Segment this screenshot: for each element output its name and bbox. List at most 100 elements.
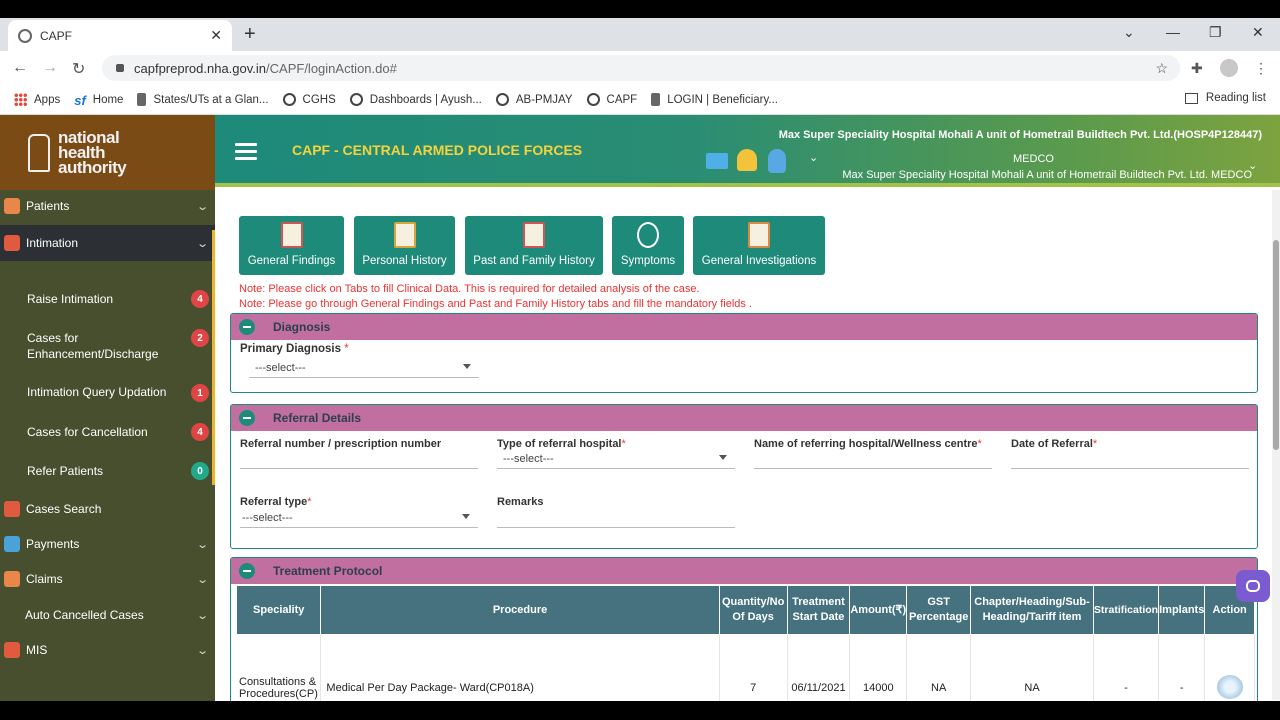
hospital-medco-name[interactable]: Max Super Speciality Hospital Mohali A u… (842, 169, 1252, 181)
referring-hospital-input[interactable] (754, 449, 992, 469)
table-header-row: Speciality Procedure Quantity/No Of Days… (237, 586, 1255, 634)
remarks-label: Remarks (497, 496, 544, 508)
submenu-refer-patients[interactable]: Refer Patients (27, 463, 103, 479)
globe-icon (349, 93, 363, 106)
close-window-icon[interactable]: ✕ (1252, 24, 1264, 41)
col-implants: Implants (1158, 586, 1206, 634)
count-badge: 4 (191, 290, 209, 308)
bookmark-star-icon[interactable]: ☆ (1155, 60, 1168, 77)
reading-list-button[interactable]: Reading list (1184, 92, 1266, 104)
tab-search-icon[interactable]: ⌄ (1123, 24, 1135, 41)
submenu-enhancement-discharge[interactable]: Cases for Enhancement/Discharge (27, 330, 177, 362)
menu-kebab-icon[interactable]: ⋮ (1254, 60, 1268, 77)
sidebar-item-claims[interactable]: Claims ⌄ (0, 569, 215, 589)
address-bar-row: ← → ↻ capfpreprod.nha.gov.in/CAPF/loginA… (0, 51, 1280, 85)
new-tab-icon[interactable]: + (244, 23, 256, 46)
primary-diagnosis-label: Primary Diagnosis * (240, 343, 349, 355)
primary-diagnosis-select[interactable]: ---select--- (249, 358, 479, 378)
referral-hospital-type-select[interactable]: ---select--- (497, 449, 735, 469)
chevron-down-icon[interactable]: ⌄ (809, 151, 818, 164)
treatment-table: Speciality Procedure Quantity/No Of Days… (237, 586, 1255, 701)
main-content: General Findings Personal History Past a… (215, 191, 1270, 701)
cell-start-date: 06/11/2021 (787, 634, 851, 701)
browser-tab[interactable]: CAPF ✕ (8, 20, 232, 51)
referral-panel: Referral Details Referral number / presc… (230, 404, 1258, 549)
nha-logo[interactable]: national health authority (0, 115, 215, 190)
url-field[interactable]: capfpreprod.nha.gov.in/CAPF/loginAction.… (102, 55, 1180, 81)
tab-past-family-history[interactable]: Past and Family History (465, 216, 603, 275)
bell-icon[interactable] (737, 149, 757, 171)
collapse-icon[interactable] (239, 410, 255, 426)
bookmark-abpmjay[interactable]: AB-PMJAY (495, 93, 573, 106)
dropdown-arrow-icon (462, 514, 470, 519)
referral-type-select[interactable]: ---select--- (240, 508, 478, 528)
submenu-query-updation[interactable]: Intimation Query Updation (27, 384, 166, 400)
bookmark-capf[interactable]: CAPF (586, 93, 637, 106)
chevron-down-icon: ⌄ (195, 200, 209, 213)
chevron-down-icon: ⌄ (195, 237, 209, 250)
payments-icon (4, 536, 20, 552)
body-icon (637, 222, 659, 248)
cell-action (1204, 634, 1255, 701)
cases-search-icon (4, 501, 20, 517)
col-gst: GST Percentage (906, 586, 972, 634)
user-icon[interactable] (768, 149, 786, 173)
bookmark-cghs[interactable]: CGHS (282, 93, 336, 106)
sidebar-item-patients[interactable]: Patients ⌄ (0, 195, 215, 217)
remarks-textarea[interactable] (497, 508, 735, 528)
bookmarks-bar: Apps sf Home States/UTs at a Glan... CGHS… (0, 85, 1280, 115)
page-scrollbar[interactable] (1272, 190, 1280, 700)
diagnosis-header[interactable]: Diagnosis (231, 314, 1257, 340)
app-title: CAPF - CENTRAL ARMED POLICE FORCES (292, 142, 583, 158)
app-header: CAPF - CENTRAL ARMED POLICE FORCES Max S… (215, 115, 1280, 187)
url-path: /CAPF/loginAction.do# (266, 60, 397, 76)
national-emblem-icon (28, 133, 50, 172)
collapse-icon[interactable] (239, 319, 255, 335)
bookmark-states[interactable]: States/UTs at a Glan... (137, 93, 269, 106)
sidebar-item-intimation[interactable]: Intimation ⌄ (0, 225, 215, 261)
cell-chapter: NA (970, 634, 1094, 701)
view-action-icon[interactable] (1216, 674, 1243, 699)
reload-icon[interactable]: ↻ (72, 59, 85, 79)
tab-personal-history[interactable]: Personal History (354, 216, 455, 275)
referral-date-input[interactable] (1011, 449, 1249, 469)
tab-general-findings[interactable]: General Findings (239, 216, 344, 275)
restore-icon[interactable]: ❐ (1209, 24, 1222, 41)
logo-text: national health authority (58, 128, 127, 177)
submenu-raise-intimation[interactable]: Raise Intimation (27, 291, 113, 307)
diagnosis-panel: Diagnosis Primary Diagnosis * ---select-… (230, 313, 1258, 393)
sidebar-item-auto-cancelled[interactable]: Auto Cancelled Cases ⌄ (0, 605, 215, 625)
col-quantity: Quantity/No Of Days (719, 586, 788, 634)
note-text: Note: Please go through General Findings… (239, 298, 752, 310)
tab-symptoms[interactable]: Symptoms (612, 216, 684, 275)
sidebar-item-cases-search[interactable]: Cases Search (0, 499, 215, 519)
submenu-cancellation[interactable]: Cases for Cancellation (27, 424, 148, 440)
profile-avatar[interactable] (1220, 59, 1238, 77)
referral-header[interactable]: Referral Details (231, 405, 1257, 431)
extensions-icon[interactable]: ✚ (1191, 60, 1203, 77)
bookmark-apps[interactable]: Apps (14, 93, 60, 106)
hamburger-menu-icon[interactable] (235, 143, 257, 161)
chevron-down-icon[interactable]: ⌄ (1248, 159, 1257, 172)
treatment-header[interactable]: Treatment Protocol (231, 558, 1257, 584)
count-badge: 2 (191, 329, 209, 347)
referral-number-input[interactable] (240, 449, 478, 469)
count-badge: 0 (191, 462, 209, 480)
minimize-icon[interactable]: — (1166, 24, 1180, 40)
reading-list-icon (1184, 92, 1198, 104)
bookmark-login[interactable]: LOGIN | Beneficiary... (651, 93, 778, 106)
close-tab-icon[interactable]: ✕ (210, 27, 222, 44)
mis-icon (4, 642, 20, 658)
message-icon[interactable] (706, 153, 728, 169)
bookmark-home[interactable]: sf Home (74, 93, 123, 108)
collapse-icon[interactable] (239, 563, 255, 579)
tab-general-investigations[interactable]: General Investigations (693, 216, 825, 275)
globe-icon (495, 93, 509, 106)
chat-support-button[interactable] (1236, 570, 1270, 602)
forward-icon[interactable]: → (42, 59, 58, 77)
bookmark-dashboards[interactable]: Dashboards | Ayush... (349, 93, 482, 106)
back-icon[interactable]: ← (12, 59, 28, 77)
scrollbar-thumb[interactable] (1273, 240, 1279, 450)
sidebar-item-mis[interactable]: MIS ⌄ (0, 640, 215, 660)
sidebar-item-payments[interactable]: Payments ⌄ (0, 534, 215, 554)
